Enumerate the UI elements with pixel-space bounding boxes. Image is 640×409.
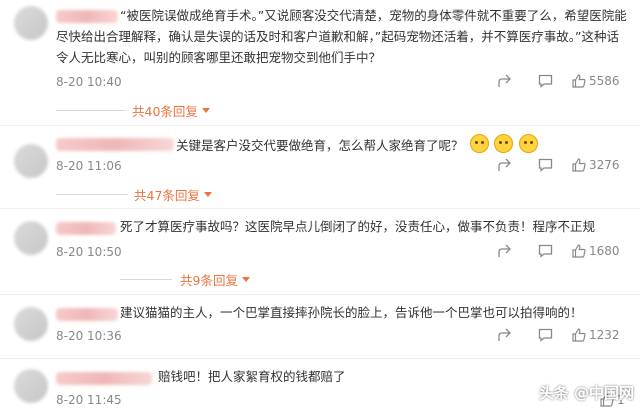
comment-button[interactable] (538, 74, 553, 88)
share-button[interactable] (498, 244, 513, 258)
comment-item: “被医院误做成绝育手术。”又说顾客没交代清楚，宠物的身体零件就不重要了么，希望医… (0, 0, 640, 125)
comment-time: 8-20 10:36 (56, 329, 122, 343)
reply-divider (120, 279, 172, 280)
share-icon (498, 74, 511, 87)
watermark-text: 头条 @中国网 (538, 384, 634, 402)
comment-icon (538, 328, 553, 342)
comment-time: 8-20 11:45 (56, 393, 122, 407)
thumbs-up-icon (572, 244, 586, 258)
like-count: 1680 (589, 244, 620, 258)
avatar[interactable] (14, 144, 48, 178)
view-replies-link[interactable]: 共9条回复 (180, 270, 251, 289)
avatar[interactable] (14, 221, 48, 255)
comment-time: 8-20 11:06 (56, 159, 122, 173)
comment-button[interactable] (538, 328, 553, 342)
thumbs-up-icon (572, 328, 586, 342)
view-replies-link[interactable]: 共40条回复 (132, 101, 211, 120)
comment-button[interactable] (538, 244, 553, 258)
comment-time: 8-20 10:40 (56, 75, 122, 89)
like-button[interactable]: 5586 (572, 74, 620, 88)
comment-text-line: 赔钱吧！把人家絮育权的钱都赔了 (158, 369, 346, 384)
reply-divider (56, 110, 126, 111)
share-icon (498, 328, 511, 341)
comment-text: 关键是客户没交代要做绝育，怎么帮人家绝育了呢？ (176, 134, 539, 156)
comment-text-line: “被医院误做成绝育手术。”又说顾客没交代清楚，宠物的身体零件就不重要了么，希望医… (120, 8, 627, 23)
username-blurred[interactable] (56, 10, 118, 23)
username-blurred[interactable] (56, 138, 174, 151)
comment-time: 8-20 10:50 (56, 245, 122, 259)
username-blurred[interactable] (56, 222, 116, 235)
comment-text-line: 死了才算医疗事故吗？这医院早点儿倒闭了的好，没责任心，做事不负责！程序不正规 (120, 219, 596, 234)
comment-text-line: 尽快给出合理解释，确认是失误的话及时和客户道歉和解，”起码宠物还活着，并不算医疗… (56, 29, 619, 44)
like-button[interactable]: 3276 (572, 158, 620, 172)
chevron-down-icon (203, 191, 212, 197)
like-count: 5586 (589, 74, 620, 88)
avatar[interactable] (14, 307, 48, 341)
comment-item: 建议猫猫的主人，一个巴掌直接摔孙院长的脸上，告诉他一个巴掌也可以拍得响的！ 8-… (0, 295, 640, 355)
watermark: 头条 @中国网 (539, 382, 634, 403)
like-count: 3276 (589, 158, 620, 172)
share-button[interactable] (498, 158, 513, 172)
share-button[interactable] (498, 328, 513, 342)
chevron-down-icon (241, 276, 250, 282)
like-button[interactable]: 1232 (572, 328, 620, 342)
comment-text-line: 令人无比寒心，叫别的顾客哪里还敢把宠物交到他们手中？ (56, 50, 382, 65)
view-replies-link[interactable]: 共47条回复 (134, 185, 213, 204)
emoji-icon (519, 134, 539, 153)
avatar[interactable] (14, 369, 48, 403)
emoji-icon (469, 134, 489, 153)
username-blurred[interactable] (56, 308, 118, 321)
thumbs-up-icon (572, 74, 586, 88)
replies-count: 共47条回复 (134, 188, 200, 203)
comment-icon (538, 74, 553, 88)
chevron-down-icon (201, 107, 210, 113)
comment-item: 关键是客户没交代要做绝育，怎么帮人家绝育了呢？ 8-20 11:06 3276 … (0, 126, 640, 206)
like-count: 1232 (589, 328, 620, 342)
like-button[interactable]: 1680 (572, 244, 620, 258)
reply-divider (56, 194, 128, 195)
comment-icon (538, 158, 553, 172)
comment-item: 死了才算医疗事故吗？这医院早点儿倒闭了的好，没责任心，做事不负责！程序不正规 8… (0, 209, 640, 294)
share-button[interactable] (498, 74, 513, 88)
share-icon (498, 244, 511, 257)
avatar[interactable] (14, 6, 48, 40)
comment-button[interactable] (538, 158, 553, 172)
share-icon (498, 158, 511, 171)
replies-count: 共9条回复 (180, 273, 238, 288)
comment-text-line: 关键是客户没交代要做绝育，怎么帮人家绝育了呢？ (176, 138, 464, 153)
username-blurred[interactable] (56, 372, 152, 385)
thumbs-up-icon (572, 158, 586, 172)
emoji-icon (494, 134, 514, 153)
comment-icon (538, 244, 553, 258)
comment-text-line: 建议猫猫的主人，一个巴掌直接摔孙院长的脸上，告诉他一个巴掌也可以拍得响的！ (120, 305, 583, 320)
replies-count: 共40条回复 (132, 104, 198, 119)
